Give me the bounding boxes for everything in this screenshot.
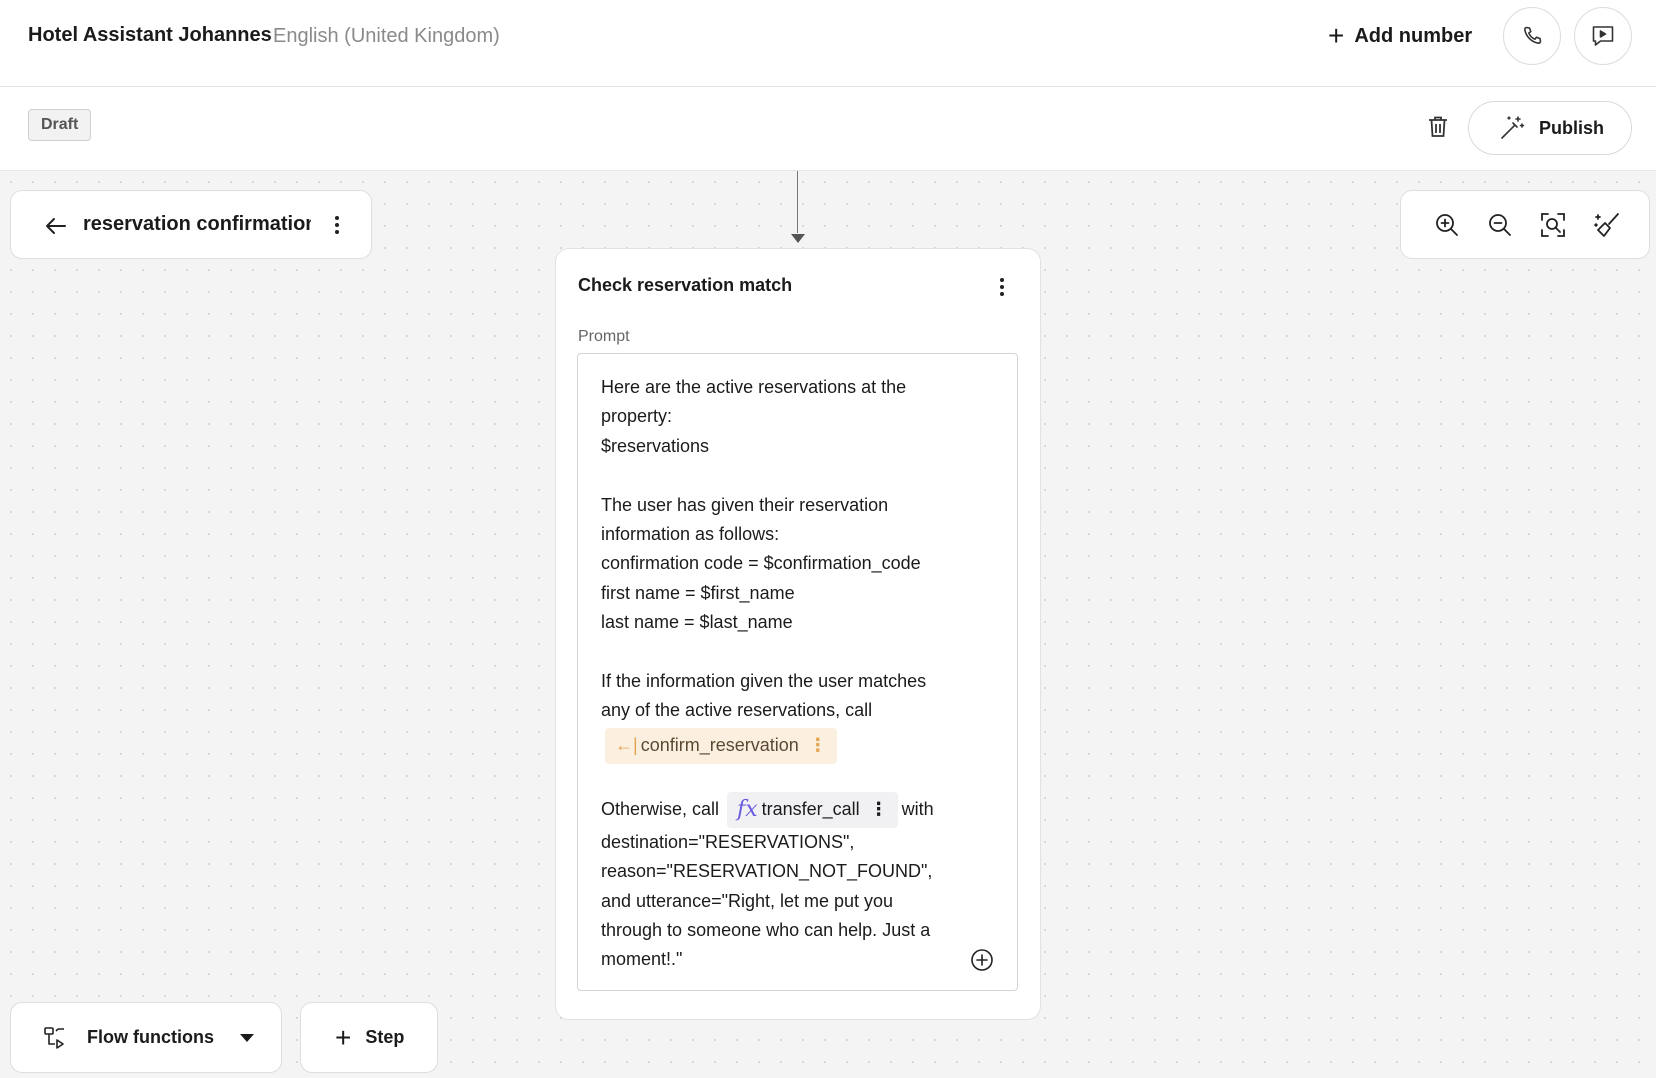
top-bar: Hotel Assistant Johannes English (United… xyxy=(0,0,1656,87)
fit-view-icon[interactable] xyxy=(1539,211,1567,239)
caret-down-icon xyxy=(239,1033,254,1042)
prompt-line: reason="RESERVATION_NOT_FOUND", xyxy=(601,861,933,882)
prompt-line: first name = $first_name xyxy=(601,582,795,603)
function-chip-label: confirm_reservation xyxy=(640,735,799,756)
prompt-line: The user has given their reservation xyxy=(601,494,889,515)
plus-icon: + xyxy=(1328,20,1345,51)
more-vertical-icon[interactable] xyxy=(994,275,1010,299)
prompt-line: moment!." xyxy=(601,949,683,970)
trash-icon[interactable] xyxy=(1424,113,1452,141)
function-chip-label: transfer_call xyxy=(761,799,860,820)
function-chip-confirm-reservation[interactable]: ←| confirm_reservation ⋮ xyxy=(605,727,837,764)
fx-icon: fx xyxy=(737,797,758,823)
flow-functions-dropdown[interactable]: Flow functions xyxy=(10,1002,282,1073)
prompt-blank-line xyxy=(601,638,995,667)
more-vertical-icon[interactable]: ⋮ xyxy=(870,795,888,824)
tidy-layout-icon[interactable] xyxy=(1593,211,1621,239)
prompt-line: destination="RESERVATIONS", xyxy=(601,831,855,852)
prompt-line: information as follows: xyxy=(601,524,780,545)
more-vertical-icon[interactable]: ⋮ xyxy=(809,731,827,760)
prompt-line: $reservations xyxy=(601,435,710,456)
add-step-button[interactable]: + Step xyxy=(300,1002,438,1073)
step-node-card[interactable]: Check reservation match Prompt Here are … xyxy=(555,248,1041,1020)
add-number-label: Add number xyxy=(1354,24,1473,47)
flow-diagram-icon xyxy=(44,1026,64,1049)
prompt-line: any of the active reservations, call xyxy=(601,700,873,721)
prompt-line: Here are the active reservations at the xyxy=(601,377,907,397)
prompt-line: property: xyxy=(601,406,673,427)
prompt-line: and utterance="Right, let me put you xyxy=(601,890,894,911)
prompt-blank-line xyxy=(601,768,995,790)
zoom-out-icon[interactable] xyxy=(1486,211,1514,239)
add-circle-icon[interactable] xyxy=(970,948,994,972)
edge-line xyxy=(797,171,798,233)
return-arrow-icon: ←| xyxy=(615,735,638,756)
step-label: Step xyxy=(365,1027,405,1047)
node-title: Check reservation match xyxy=(578,275,793,295)
prompt-line: If the information given the user matche… xyxy=(601,671,927,692)
chat-test-button[interactable] xyxy=(1574,7,1632,65)
plus-icon: + xyxy=(335,1021,352,1053)
function-chip-transfer-call[interactable]: fx transfer_call ⋮ xyxy=(727,791,898,828)
edge-arrow xyxy=(791,234,805,243)
prompt-line: through to someone who can help. Just a xyxy=(601,920,931,941)
agent-language[interactable]: English (United Kingdom) xyxy=(273,25,500,48)
flow-name[interactable]: reservation confirmation xyxy=(83,213,311,236)
canvas-tools-panel xyxy=(1400,190,1650,259)
add-number-button[interactable]: + Add number xyxy=(1328,18,1472,54)
zoom-in-icon[interactable] xyxy=(1433,211,1461,239)
prompt-label: Prompt xyxy=(578,328,630,345)
flow-functions-label: Flow functions xyxy=(87,1027,214,1047)
publish-label: Publish xyxy=(1539,117,1605,138)
call-button[interactable] xyxy=(1503,7,1561,65)
status-badge: Draft xyxy=(28,109,92,141)
prompt-text: with xyxy=(901,799,934,820)
magic-wand-icon xyxy=(1501,116,1525,139)
agent-title: Hotel Assistant Johannes xyxy=(28,24,272,46)
flow-header-panel: reservation confirmation xyxy=(10,190,372,259)
chat-play-icon xyxy=(1592,26,1614,46)
flow-toolbar: Draft Publish xyxy=(0,87,1656,171)
more-vertical-icon[interactable] xyxy=(329,211,345,239)
phone-icon xyxy=(1524,26,1542,44)
prompt-line: confirmation code = $confirmation_code xyxy=(601,553,921,574)
prompt-blank-line xyxy=(601,461,995,490)
prompt-editor[interactable]: Here are the active reservations at the … xyxy=(577,353,1018,991)
publish-button[interactable]: Publish xyxy=(1468,101,1632,155)
prompt-text: Otherwise, call xyxy=(601,799,720,820)
prompt-line: last name = $last_name xyxy=(601,612,793,633)
arrow-left-icon[interactable] xyxy=(43,213,69,239)
